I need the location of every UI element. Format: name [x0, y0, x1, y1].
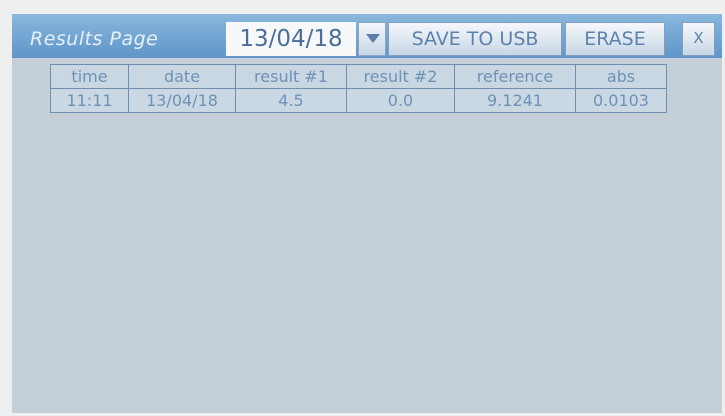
close-button[interactable]: X — [682, 22, 715, 56]
page-title: Results Page — [30, 28, 159, 50]
column-header-result-2: result #2 — [346, 64, 455, 89]
chevron-down-icon — [366, 34, 380, 43]
close-icon: X — [693, 29, 704, 47]
cell-result-2: 0.0 — [346, 88, 455, 113]
table-header-row: time date result #1 result #2 reference … — [50, 64, 667, 89]
column-header-reference: reference — [454, 64, 576, 89]
cell-date: 13/04/18 — [128, 88, 236, 113]
device-bezel: Results Page 13/04/18 SAVE TO USB ERASE … — [0, 0, 725, 416]
column-header-date: date — [128, 64, 236, 89]
cell-time: 11:11 — [50, 88, 129, 113]
cell-abs: 0.0103 — [575, 88, 667, 113]
table-row[interactable]: 11:11 13/04/18 4.5 0.0 9.1241 0.0103 — [50, 88, 667, 113]
date-dropdown-button[interactable] — [358, 22, 386, 56]
column-header-abs: abs — [575, 64, 667, 89]
erase-button[interactable]: ERASE — [565, 22, 665, 56]
column-header-result-1: result #1 — [235, 64, 347, 89]
date-dropdown-value[interactable]: 13/04/18 — [226, 22, 356, 56]
date-dropdown[interactable]: 13/04/18 — [226, 22, 386, 56]
column-header-time: time — [50, 64, 129, 89]
results-table: time date result #1 result #2 reference … — [50, 64, 667, 113]
cell-result-1: 4.5 — [235, 88, 347, 113]
save-to-usb-button[interactable]: SAVE TO USB — [388, 22, 562, 56]
title-bar: Results Page 13/04/18 SAVE TO USB ERASE … — [12, 14, 722, 58]
cell-reference: 9.1241 — [454, 88, 576, 113]
results-screen: Results Page 13/04/18 SAVE TO USB ERASE … — [12, 14, 722, 413]
